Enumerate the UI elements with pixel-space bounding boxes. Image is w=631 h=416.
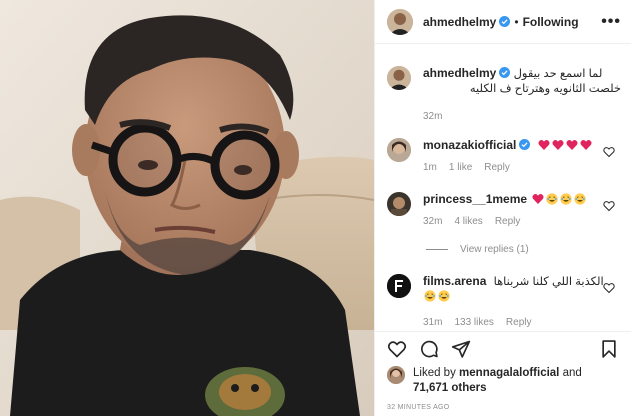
red-heart-emoji bbox=[580, 139, 592, 150]
comment-item: princess__1meme 32m 4 likes Reply bbox=[387, 192, 621, 229]
comment-item: monazakiofficial 1m 1 like Reply bbox=[387, 138, 621, 175]
share-icon[interactable] bbox=[451, 339, 471, 359]
verified-badge-icon bbox=[499, 16, 511, 27]
view-replies-button[interactable]: View replies (1) bbox=[426, 244, 529, 255]
caption-avatar[interactable] bbox=[387, 66, 411, 90]
comment-username[interactable]: princess__1meme bbox=[423, 192, 527, 206]
like-comment-heart-icon[interactable] bbox=[603, 282, 615, 294]
liked-by-section: Liked by mennagalalofficial and 71,671 o… bbox=[387, 366, 621, 396]
following-button[interactable]: Following bbox=[523, 15, 579, 29]
liked-by-user[interactable]: mennagalalofficial bbox=[459, 367, 559, 379]
comment-likes[interactable]: 1 like bbox=[449, 160, 472, 175]
comments-list[interactable]: ahmedhelmy لما اسمع حد بيقول خلصت الثانو… bbox=[375, 44, 631, 330]
post-time-ago[interactable]: 32 MINUTES AGO bbox=[387, 404, 450, 411]
bookmark-icon[interactable] bbox=[599, 339, 619, 359]
more-options-icon[interactable]: ••• bbox=[601, 13, 621, 31]
commenter-avatar[interactable] bbox=[387, 274, 411, 298]
replies-line bbox=[426, 249, 448, 250]
laughing-emoji bbox=[546, 193, 558, 205]
author-avatar[interactable] bbox=[387, 8, 413, 35]
post-actions-bar bbox=[375, 331, 631, 365]
comment-username[interactable]: monazakiofficial bbox=[423, 138, 516, 152]
verified-badge-icon bbox=[499, 67, 511, 78]
comment-text: الكذبة اللي كلنا شربناها bbox=[493, 276, 604, 288]
laughing-emoji bbox=[424, 290, 436, 302]
author-username[interactable]: ahmedhelmy bbox=[423, 15, 496, 29]
caption-username[interactable]: ahmedhelmy bbox=[423, 66, 496, 80]
like-comment-heart-icon[interactable] bbox=[603, 146, 615, 158]
liked-by-conj: and bbox=[562, 367, 582, 379]
comment-icon[interactable] bbox=[419, 339, 439, 359]
post-header: ahmedhelmy • Following ••• bbox=[375, 0, 631, 44]
reply-button[interactable]: Reply bbox=[495, 214, 521, 229]
reply-button[interactable]: Reply bbox=[506, 315, 532, 330]
header-separator: • bbox=[514, 14, 519, 29]
comment-item: films.arena الكذبة اللي كلنا شربناها 31m… bbox=[387, 274, 621, 330]
laughing-emoji bbox=[574, 193, 586, 205]
like-comment-heart-icon[interactable] bbox=[603, 200, 615, 212]
laughing-emoji bbox=[560, 193, 572, 205]
comment-time[interactable]: 1m bbox=[423, 160, 437, 175]
commenter-avatar[interactable] bbox=[387, 138, 411, 162]
caption-text-line1: لما اسمع حد بيقول bbox=[513, 68, 603, 80]
post-side-panel: ahmedhelmy • Following ••• ahmedhelmy لم bbox=[374, 0, 631, 416]
liked-by-count[interactable]: 71,671 others bbox=[413, 382, 487, 394]
comment-time[interactable]: 32m bbox=[423, 214, 442, 229]
instagram-post: ahmedhelmy • Following ••• ahmedhelmy لم bbox=[0, 0, 631, 416]
red-heart-emoji bbox=[552, 139, 564, 150]
caption-time[interactable]: 32m bbox=[423, 109, 442, 124]
liked-by-prefix: Liked by bbox=[413, 367, 456, 379]
heart-icon[interactable] bbox=[387, 339, 407, 359]
red-heart-emoji bbox=[538, 139, 550, 150]
commenter-avatar[interactable] bbox=[387, 192, 411, 216]
comment-likes[interactable]: 133 likes bbox=[454, 315, 493, 330]
view-replies-label: View replies (1) bbox=[460, 244, 529, 255]
comment-time[interactable]: 31m bbox=[423, 315, 442, 330]
comment-likes[interactable]: 4 likes bbox=[454, 214, 482, 229]
comment-username[interactable]: films.arena bbox=[423, 274, 486, 288]
post-photo[interactable] bbox=[0, 0, 374, 416]
liker-avatar[interactable] bbox=[387, 366, 405, 384]
caption-text-line2: خلصت الثانويه وهترتاح ف الكليه bbox=[469, 83, 621, 95]
caption: ahmedhelmy لما اسمع حد بيقول خلصت الثانو… bbox=[387, 66, 621, 124]
reply-button[interactable]: Reply bbox=[484, 160, 510, 175]
laughing-emoji bbox=[438, 290, 450, 302]
red-heart-emoji bbox=[566, 139, 578, 150]
post-photo-illustration bbox=[0, 0, 374, 416]
red-heart-emoji bbox=[532, 193, 544, 204]
verified-badge-icon bbox=[519, 139, 531, 150]
